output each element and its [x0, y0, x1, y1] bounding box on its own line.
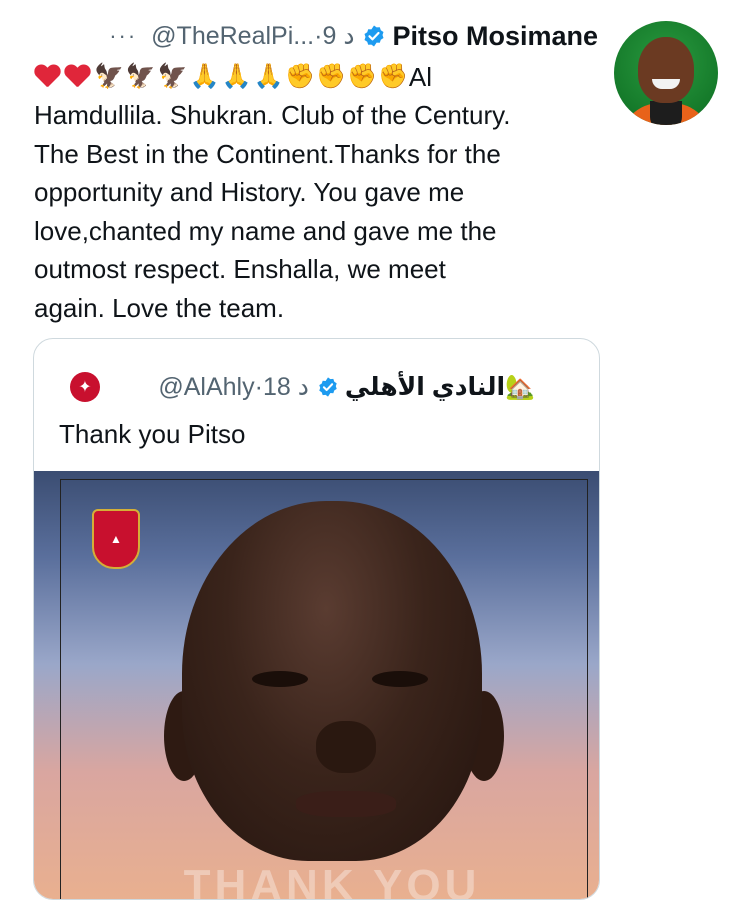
avatar-shirt-collar [650, 101, 682, 125]
quoted-tweet-text: Thank you Pitso [59, 419, 246, 449]
tweet-time[interactable]: 9 د [322, 22, 354, 50]
raised-fist-icon: ✊ [347, 62, 378, 90]
quoted-tweet-header: 🏡 النادي الأهلي @AlAhly·18 د [158, 369, 543, 405]
eagle-icon: 🦅 [157, 62, 188, 90]
folded-hands-icon: 🙏 [253, 62, 284, 90]
portrait-mouth [296, 791, 396, 817]
red-heart-icon [34, 65, 60, 89]
quoted-tweet-media[interactable]: ▲ THANK YOU [34, 471, 599, 900]
club-crest-icon: ▲ [92, 509, 140, 569]
media-caption: THANK YOU [183, 861, 481, 900]
meta-separator: · [254, 373, 263, 401]
club-avatar-icon[interactable]: ✦ [70, 372, 100, 402]
portrait-nose [316, 721, 376, 773]
emoji-line: 🦅 🦅 🦅 🙏 🙏 🙏 ✊ ✊ ✊ ✊ Al [34, 58, 604, 96]
portrait-eye [252, 671, 308, 687]
raised-fist-icon: ✊ [378, 62, 408, 90]
eagle-icon: 🦅 [125, 62, 156, 90]
eagle-icon: 🦅 [94, 62, 124, 90]
tweet-text-line: opportunity and History. You gave me [34, 177, 465, 207]
tweet-text-line: again. Love the team. [34, 292, 285, 323]
quoted-author-name[interactable]: النادي الأهلي [345, 372, 505, 402]
portrait-eye [372, 671, 428, 687]
verified-badge-icon [319, 377, 337, 397]
tweet-handle[interactable]: @TheRealPi... [151, 22, 314, 50]
tweet-text-line: outmost respect. Enshalla, we meet [34, 254, 446, 284]
quoted-handle[interactable]: @AlAhly [158, 373, 254, 401]
tweet-text-line: love,chanted my name and gave me the [34, 215, 497, 246]
folded-hands-icon: 🙏 [221, 62, 252, 90]
folded-hands-icon: 🙏 [189, 62, 220, 90]
quoted-time[interactable]: 18 د [263, 373, 309, 401]
avatar-face [638, 37, 694, 103]
raised-fist-icon: ✊ [285, 62, 316, 90]
house-icon: 🏡 [505, 373, 535, 401]
tweet-text-line: Hamdullila. Shukran. Club of the Century… [34, 100, 511, 130]
quoted-tweet-card[interactable]: ✦ 🏡 النادي الأهلي @AlAhly·18 د Thank you… [33, 338, 600, 900]
red-heart-icon [64, 65, 90, 89]
tweet-text-line: The Best in the Continent.Thanks for the [34, 138, 501, 169]
more-options-icon[interactable]: ··· [109, 23, 137, 49]
author-avatar[interactable] [614, 21, 718, 125]
emoji-line-text: Al [408, 61, 433, 92]
tweet-header: Pitso Mosimane @TheRealPi...·9 د ··· [109, 18, 598, 54]
tweet-body: 🦅 🦅 🦅 🙏 🙏 🙏 ✊ ✊ ✊ ✊ Al Hamdullila. Shukr… [34, 58, 604, 327]
quoted-tweet-meta: @AlAhly·18 د [158, 372, 308, 402]
raised-fist-icon: ✊ [316, 62, 347, 90]
author-name[interactable]: Pitso Mosimane [392, 21, 598, 52]
tweet-meta: @TheRealPi...·9 د [151, 21, 354, 51]
verified-badge-icon [364, 25, 384, 47]
